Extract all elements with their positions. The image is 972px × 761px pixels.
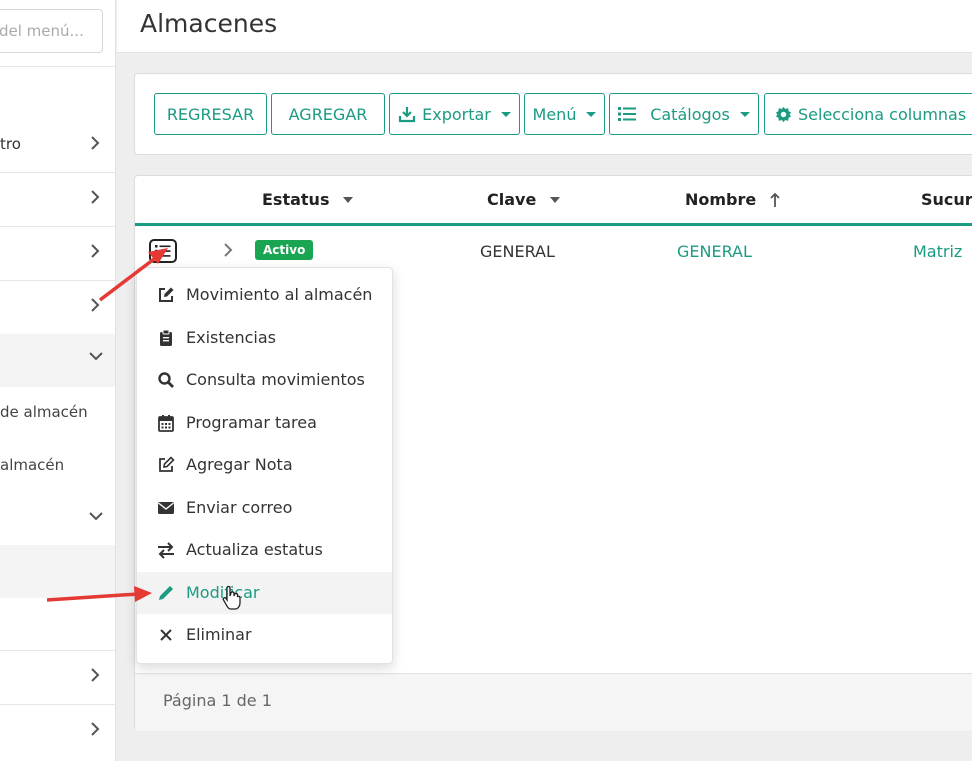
menu-item-label: Eliminar (186, 625, 252, 644)
row-actions-menu: Movimiento al almacén Existencias Consul… (136, 267, 393, 664)
sidebar-item-7[interactable] (0, 652, 115, 704)
list-icon (155, 245, 171, 258)
export-button[interactable]: Exportar (389, 93, 520, 135)
edit-square-icon (159, 287, 174, 302)
select-columns-button[interactable]: Selecciona columnas (764, 93, 972, 135)
menu-item-label: Existencias (186, 328, 276, 347)
menu-item-add-note[interactable]: Agregar Nota (137, 444, 392, 486)
caret-down-icon (500, 111, 511, 117)
menu-item-update-status[interactable]: Actualiza estatus (137, 529, 392, 571)
gear-icon (775, 106, 792, 122)
menu-item-warehouse-movement[interactable]: Movimiento al almacén (137, 274, 392, 316)
sidebar-divider (0, 66, 115, 67)
sidebar-item-5-expanded[interactable] (0, 334, 115, 387)
menu-item-send-email[interactable]: Enviar correo (137, 487, 392, 529)
export-label: Exportar (422, 104, 491, 124)
sidebar-item-3[interactable] (0, 228, 115, 280)
row-actions-button[interactable] (149, 239, 177, 263)
caret-down-icon (550, 196, 561, 203)
cell-nombre-link[interactable]: GENERAL (677, 242, 752, 261)
add-button[interactable]: AGREGAR (271, 93, 385, 135)
pagination-text: Página 1 de 1 (163, 691, 272, 710)
caret-down-icon (586, 111, 597, 117)
column-header-estatus[interactable]: Estatus (262, 190, 354, 209)
chevron-right-icon (88, 186, 102, 208)
pencil-icon (159, 586, 173, 600)
cell-clave: GENERAL (480, 242, 555, 261)
menu-item-label: Actualiza estatus (186, 540, 323, 559)
menu-item-query-movements[interactable]: Consulta movimientos (137, 359, 392, 401)
cell-sucursal-link[interactable]: Matriz (913, 242, 962, 261)
list-icon (618, 107, 637, 121)
column-header-label: Estatus (262, 190, 330, 209)
chevron-right-icon (88, 240, 102, 262)
clipboard-icon (160, 329, 172, 346)
caret-down-icon (343, 196, 354, 203)
sidebar-divider (0, 280, 115, 281)
select-columns-label: Selecciona columnas (798, 104, 967, 124)
menu-item-label: Modificar (186, 583, 260, 602)
menu-item-label: Consulta movimientos (186, 370, 365, 389)
sidebar-item-label: tro (0, 135, 21, 153)
column-header-clave[interactable]: Clave (487, 190, 561, 209)
menu-button[interactable]: Menú (524, 93, 605, 135)
sort-ascending-arrow-icon (770, 192, 780, 207)
sidebar-divider (0, 704, 115, 705)
catalogs-button[interactable]: Catálogos (609, 93, 759, 135)
column-header-label: Clave (487, 190, 537, 209)
download-icon (399, 107, 416, 123)
note-edit-icon (159, 456, 175, 472)
page-header: Almacenes (117, 0, 972, 53)
column-header-label: Nombre (685, 190, 757, 209)
close-icon (160, 629, 172, 641)
sidebar: tro de almacén almacén (0, 0, 116, 761)
menu-item-modify[interactable]: Modificar (137, 572, 392, 614)
menu-item-label: Movimiento al almacén (186, 285, 373, 304)
column-header-label: Sucurs (921, 190, 972, 209)
menu-item-label: Agregar Nota (186, 455, 293, 474)
menu-item-schedule-task[interactable]: Programar tarea (137, 402, 392, 444)
sidebar-item-6[interactable] (0, 492, 115, 544)
exchange-arrows-icon (158, 542, 174, 559)
menu-item-delete[interactable]: Eliminar (137, 614, 392, 656)
status-badge: Activo (255, 240, 314, 260)
sidebar-subitem-warehouse-type[interactable]: de almacén (0, 403, 115, 421)
chevron-right-icon (88, 664, 102, 686)
sidebar-item-1[interactable]: tro (0, 120, 115, 172)
sidebar-item-4[interactable] (0, 282, 115, 334)
column-header-sucursal[interactable]: Sucurs (921, 190, 972, 209)
page-title: Almacenes (140, 9, 278, 38)
chevron-right-icon (88, 132, 102, 154)
menu-search-box[interactable] (0, 9, 103, 53)
sidebar-item-selected[interactable] (0, 545, 115, 598)
menu-label: Menú (532, 104, 577, 124)
table-footer: Página 1 de 1 (135, 673, 972, 731)
chevron-down-icon (88, 348, 104, 364)
sidebar-divider (0, 650, 115, 651)
sidebar-divider (0, 226, 115, 227)
sidebar-item-2[interactable] (0, 174, 115, 226)
sidebar-divider (0, 172, 115, 173)
row-expand-chevron-icon[interactable] (221, 239, 235, 261)
sidebar-item-8[interactable] (0, 706, 115, 758)
menu-item-label: Enviar correo (186, 498, 293, 517)
column-header-nombre[interactable]: Nombre (685, 190, 780, 209)
search-icon (158, 372, 174, 388)
envelope-icon (158, 502, 174, 514)
chevron-right-icon (88, 294, 102, 316)
toolbar: REGRESAR AGREGAR Exportar Menú Catálogos… (134, 73, 972, 155)
menu-item-stock[interactable]: Existencias (137, 317, 392, 359)
menu-search-input[interactable] (0, 10, 102, 52)
sidebar-subitem-warehouse[interactable]: almacén (0, 456, 115, 474)
catalogs-label: Catálogos (650, 104, 730, 124)
chevron-down-icon (88, 508, 103, 530)
caret-down-icon (739, 111, 750, 117)
calendar-icon (158, 415, 174, 432)
chevron-right-icon (88, 718, 102, 740)
back-button[interactable]: REGRESAR (154, 93, 267, 135)
menu-item-label: Programar tarea (186, 413, 317, 432)
table-header: Estatus Clave Nombre Sucurs (135, 176, 972, 226)
